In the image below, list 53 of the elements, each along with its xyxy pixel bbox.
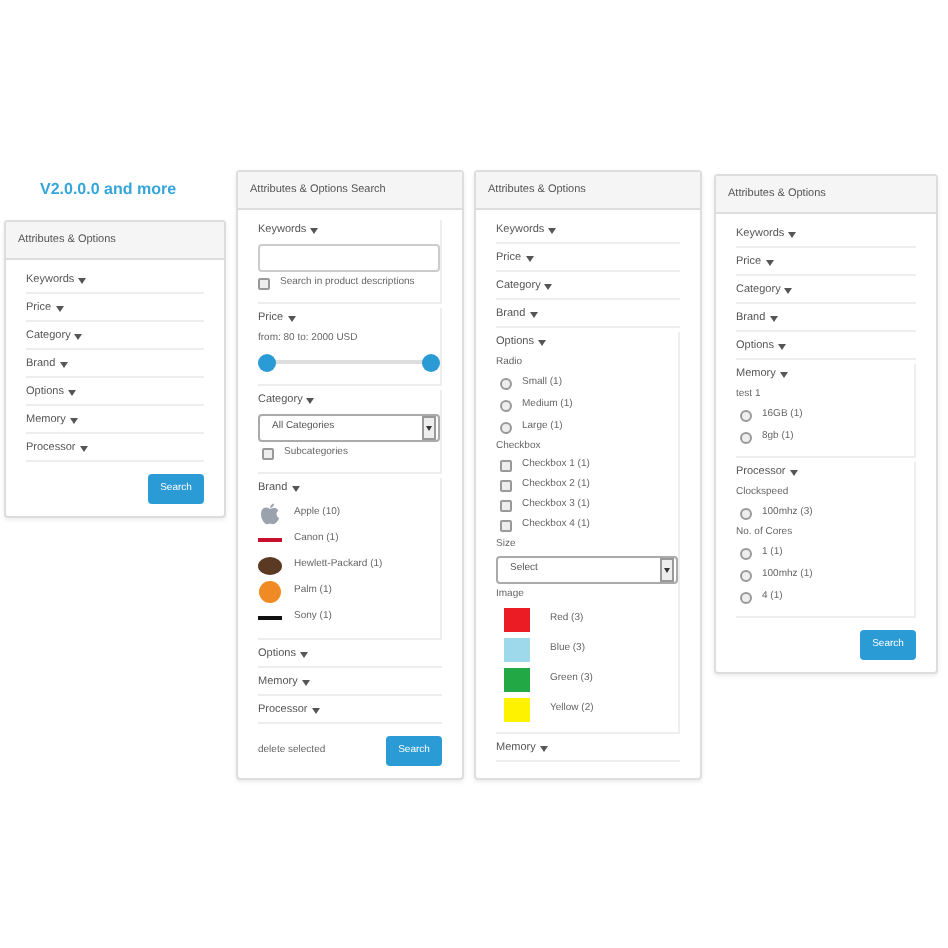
color-swatch[interactable]: [504, 667, 530, 691]
caret-icon: [311, 708, 320, 714]
checkbox[interactable]: [258, 278, 270, 290]
color-swatch[interactable]: [504, 697, 530, 721]
apple-logo-icon: [258, 501, 282, 525]
caret-icon: [291, 486, 300, 492]
caret-icon: [55, 306, 64, 312]
radio-button[interactable]: [500, 421, 512, 433]
caret-icon: [310, 228, 319, 234]
caret-icon: [67, 390, 76, 396]
caret-icon: [789, 470, 798, 476]
color-swatch[interactable]: [504, 637, 530, 661]
caret-icon: [69, 418, 78, 424]
brand-logo-icon: [258, 553, 282, 577]
caret-icon: [79, 446, 88, 452]
caret-icon: [548, 228, 557, 234]
caret-icon: [74, 334, 83, 340]
checkbox[interactable]: [500, 460, 512, 472]
caret-icon: [301, 680, 310, 686]
keywords-field[interactable]: [258, 244, 440, 272]
slider-handle[interactable]: [258, 353, 276, 371]
radio-button[interactable]: [740, 409, 752, 421]
radio-button[interactable]: [740, 431, 752, 443]
caret-icon: [78, 278, 87, 284]
caret-icon: [769, 316, 778, 322]
caret-icon: [525, 256, 534, 262]
caret-icon: [59, 362, 68, 368]
color-swatch[interactable]: [504, 607, 530, 631]
caret-icon: [788, 232, 797, 238]
caret-icon: [779, 372, 788, 378]
radio-button[interactable]: [740, 591, 752, 603]
brand-logo-icon: [258, 579, 282, 603]
checkbox[interactable]: [500, 500, 512, 512]
caret-icon: [765, 260, 774, 266]
radio-button[interactable]: [740, 569, 752, 581]
caret-icon: [287, 316, 296, 322]
caret-icon: [544, 284, 553, 290]
checkbox[interactable]: [262, 448, 274, 460]
radio-button[interactable]: [500, 377, 512, 389]
slider-handle[interactable]: [422, 353, 440, 371]
caret-icon: [539, 746, 548, 752]
caret-icon: [777, 344, 786, 350]
checkbox[interactable]: [500, 520, 512, 532]
version-title: V2.0.0.0 and more: [38, 178, 179, 202]
checkbox[interactable]: [500, 480, 512, 492]
radio-button[interactable]: [740, 507, 752, 519]
caret-icon: [784, 288, 793, 294]
caret-icon: [529, 312, 538, 318]
caret-icon: [299, 652, 308, 658]
radio-button[interactable]: [500, 399, 512, 411]
caret-icon: [537, 340, 546, 346]
caret-icon: [306, 398, 315, 404]
radio-button[interactable]: [740, 547, 752, 559]
